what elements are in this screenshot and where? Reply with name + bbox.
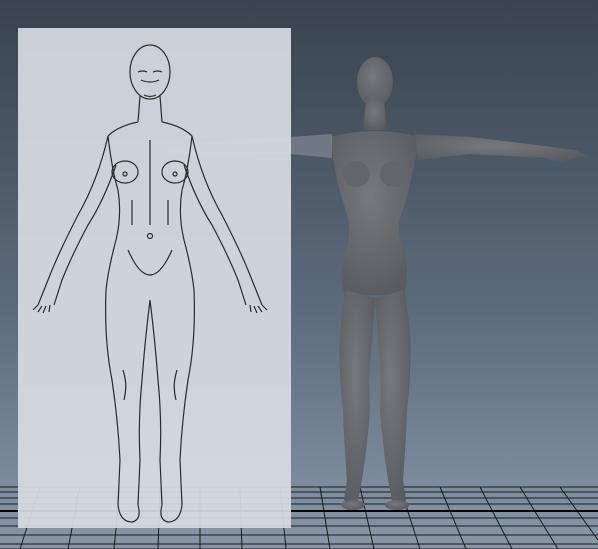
reference-image-plane[interactable] [18,28,291,528]
3d-viewport[interactable] [0,0,598,549]
viewport-scene[interactable] [0,0,598,549]
